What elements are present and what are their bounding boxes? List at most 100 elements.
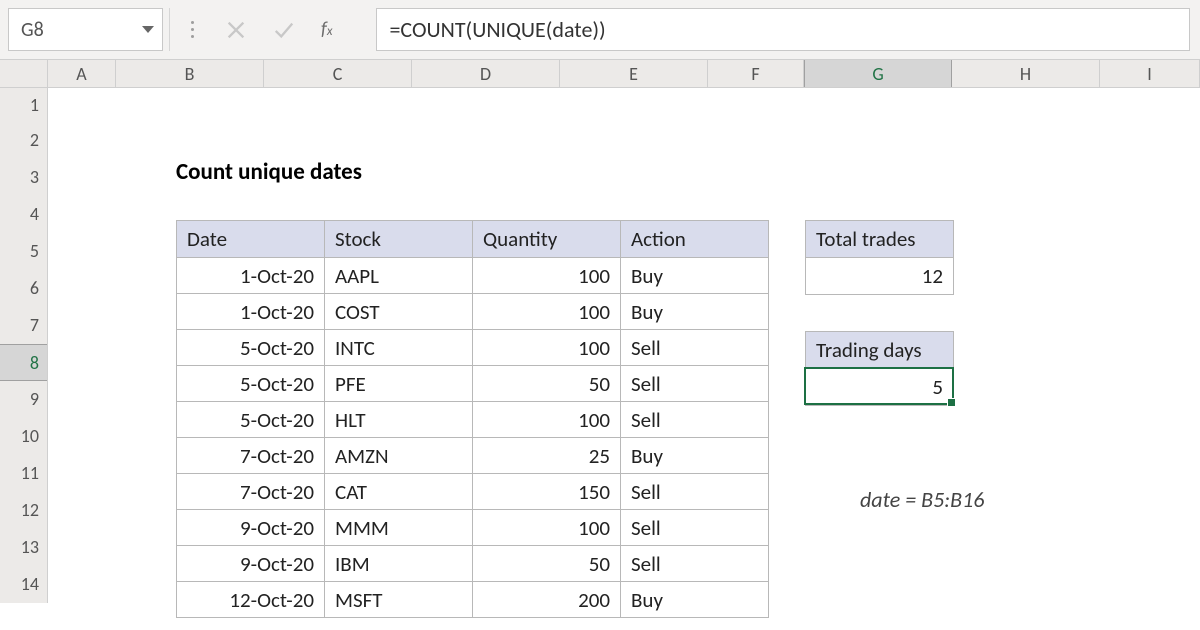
- drag-handle-icon[interactable]: [191, 21, 194, 38]
- table-row: 7-Oct-20CAT150Sell: [177, 474, 769, 510]
- trading-days-value: 5: [806, 369, 954, 406]
- table-row: 9-Oct-20MMM100Sell: [177, 510, 769, 546]
- cell[interactable]: 1-Oct-20: [177, 294, 325, 330]
- table-row: 1-Oct-20COST100Buy: [177, 294, 769, 330]
- formula-text: =COUNT(UNIQUE(date)): [389, 16, 605, 43]
- cell[interactable]: 7-Oct-20: [177, 438, 325, 474]
- cancel-icon: [225, 19, 247, 41]
- row-header-2[interactable]: 2: [0, 122, 47, 159]
- row-header-8[interactable]: 8: [0, 344, 47, 381]
- trading-days-box: Trading days 5: [805, 331, 954, 406]
- cell[interactable]: 1-Oct-20: [177, 258, 325, 294]
- cell[interactable]: Sell: [621, 474, 769, 510]
- row-header-7[interactable]: 7: [0, 307, 47, 344]
- formula-bar: G8 fx =COUNT(UNIQUE(date)): [0, 0, 1200, 60]
- cell[interactable]: Buy: [621, 438, 769, 474]
- table-row: 5-Oct-20PFE50Sell: [177, 366, 769, 402]
- formula-bar-divider: [169, 8, 215, 51]
- cell[interactable]: PFE: [325, 366, 473, 402]
- row-header-6[interactable]: 6: [0, 270, 47, 307]
- table-header: Action: [621, 221, 769, 258]
- row-header-12[interactable]: 12: [0, 492, 47, 529]
- worksheet[interactable]: ABCDEFGHI 1234567891011121314 Count uniq…: [0, 60, 1200, 630]
- select-all-corner[interactable]: [0, 60, 48, 87]
- cell[interactable]: 100: [473, 510, 621, 546]
- cell[interactable]: 150: [473, 474, 621, 510]
- cell[interactable]: 9-Oct-20: [177, 510, 325, 546]
- named-range-note: date = B5:B16: [860, 486, 984, 513]
- cell[interactable]: 5-Oct-20: [177, 366, 325, 402]
- cell[interactable]: 200: [473, 582, 621, 618]
- formula-input[interactable]: =COUNT(UNIQUE(date)): [376, 8, 1190, 51]
- cell[interactable]: Buy: [621, 294, 769, 330]
- column-header-H[interactable]: H: [952, 60, 1100, 87]
- row-header-11[interactable]: 11: [0, 455, 47, 492]
- trading-days-label: Trading days: [806, 332, 954, 369]
- cell[interactable]: HLT: [325, 402, 473, 438]
- cell[interactable]: MSFT: [325, 582, 473, 618]
- trades-table: DateStockQuantityAction 1-Oct-20AAPL100B…: [176, 220, 769, 618]
- row-header-10[interactable]: 10: [0, 418, 47, 455]
- table-header: Stock: [325, 221, 473, 258]
- fx-icon[interactable]: fx: [321, 18, 358, 41]
- row-headers[interactable]: 1234567891011121314: [0, 88, 48, 603]
- column-headers[interactable]: ABCDEFGHI: [0, 60, 1200, 88]
- grid-surface[interactable]: Count unique dates DateStockQuantityActi…: [48, 88, 1200, 630]
- row-header-5[interactable]: 5: [0, 233, 47, 270]
- chevron-down-icon[interactable]: [142, 26, 154, 33]
- table-row: 12-Oct-20MSFT200Buy: [177, 582, 769, 618]
- row-header-4[interactable]: 4: [0, 196, 47, 233]
- row-header-9[interactable]: 9: [0, 381, 47, 418]
- cell[interactable]: 100: [473, 330, 621, 366]
- table-row: 5-Oct-20INTC100Sell: [177, 330, 769, 366]
- cell[interactable]: 25: [473, 438, 621, 474]
- column-header-E[interactable]: E: [560, 60, 708, 87]
- column-header-G[interactable]: G: [804, 60, 952, 87]
- column-header-A[interactable]: A: [48, 60, 116, 87]
- column-header-I[interactable]: I: [1100, 60, 1200, 87]
- cell[interactable]: 50: [473, 546, 621, 582]
- table-header: Quantity: [473, 221, 621, 258]
- cell[interactable]: 9-Oct-20: [177, 546, 325, 582]
- cell[interactable]: 12-Oct-20: [177, 582, 325, 618]
- table-header: Date: [177, 221, 325, 258]
- cell[interactable]: 100: [473, 258, 621, 294]
- total-trades-value: 12: [806, 258, 954, 295]
- table-row: 1-Oct-20AAPL100Buy: [177, 258, 769, 294]
- cell[interactable]: Buy: [621, 258, 769, 294]
- table-row: 7-Oct-20AMZN25Buy: [177, 438, 769, 474]
- cell[interactable]: 100: [473, 402, 621, 438]
- cell[interactable]: 5-Oct-20: [177, 330, 325, 366]
- row-header-1[interactable]: 1: [0, 88, 47, 122]
- cell[interactable]: INTC: [325, 330, 473, 366]
- name-box[interactable]: G8: [8, 8, 163, 51]
- row-header-3[interactable]: 3: [0, 159, 47, 196]
- cell[interactable]: 50: [473, 366, 621, 402]
- cell[interactable]: AMZN: [325, 438, 473, 474]
- total-trades-box: Total trades 12: [805, 220, 954, 295]
- cell[interactable]: COST: [325, 294, 473, 330]
- excel-window: G8 fx =COUNT(UNIQUE(date)) ABCDEFGHI 123…: [0, 0, 1200, 630]
- cell[interactable]: Sell: [621, 510, 769, 546]
- cell[interactable]: MMM: [325, 510, 473, 546]
- cell[interactable]: CAT: [325, 474, 473, 510]
- row-header-14[interactable]: 14: [0, 566, 47, 603]
- cell[interactable]: AAPL: [325, 258, 473, 294]
- column-header-F[interactable]: F: [708, 60, 804, 87]
- cell[interactable]: 7-Oct-20: [177, 474, 325, 510]
- column-header-D[interactable]: D: [412, 60, 560, 87]
- cell[interactable]: 100: [473, 294, 621, 330]
- cell[interactable]: Buy: [621, 582, 769, 618]
- table-row: 9-Oct-20IBM50Sell: [177, 546, 769, 582]
- cell[interactable]: Sell: [621, 366, 769, 402]
- total-trades-label: Total trades: [806, 221, 954, 258]
- cell[interactable]: IBM: [325, 546, 473, 582]
- cell[interactable]: 5-Oct-20: [177, 402, 325, 438]
- cell[interactable]: Sell: [621, 330, 769, 366]
- row-header-13[interactable]: 13: [0, 529, 47, 566]
- table-row: 5-Oct-20HLT100Sell: [177, 402, 769, 438]
- cell[interactable]: Sell: [621, 402, 769, 438]
- column-header-C[interactable]: C: [264, 60, 412, 87]
- cell[interactable]: Sell: [621, 546, 769, 582]
- column-header-B[interactable]: B: [116, 60, 264, 87]
